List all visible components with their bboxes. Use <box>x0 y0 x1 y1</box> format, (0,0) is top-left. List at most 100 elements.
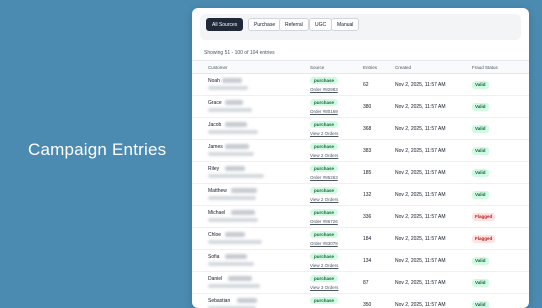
table-row: James purchase View 2 Orders 383 Nov 2, 2025… <box>192 140 529 162</box>
entries-count: 336 <box>363 214 372 220</box>
redacted-email <box>208 174 264 178</box>
redacted-surname <box>225 144 249 149</box>
fraud-status-badge: Valid <box>472 169 489 177</box>
fraud-status-badge: Valid <box>472 191 489 199</box>
source-badge: purchase <box>310 231 339 238</box>
entries-count-text: Showing 51 - 100 of 104 entries <box>204 50 275 56</box>
fraud-status-badge: Valid <box>472 125 489 133</box>
created-date: Nov 2, 2025, 11:57 AM <box>395 104 446 110</box>
redacted-surname <box>237 298 257 303</box>
table-row: Matthew purchase View 2 Orders 132 Nov 2, 20… <box>192 184 529 206</box>
source-badge: purchase <box>310 121 339 128</box>
fraud-status-badge: Valid <box>472 81 489 89</box>
filter-manual-button[interactable]: Manual <box>331 18 360 31</box>
source-badge: purchase <box>310 253 339 260</box>
source-badge: purchase <box>310 165 339 172</box>
redacted-email <box>208 218 258 222</box>
fraud-status-badge: Valid <box>472 257 489 265</box>
entries-count: 368 <box>363 126 372 132</box>
redacted-email <box>208 86 248 90</box>
customer-name[interactable]: Michael <box>208 210 225 216</box>
table-row: Chloe purchase Order #83078 184 Nov 2, 2025,… <box>192 228 529 250</box>
order-link[interactable]: View 2 Orders <box>310 263 338 268</box>
redacted-surname <box>225 100 243 105</box>
filter-ugc-button[interactable]: UGC <box>309 18 333 31</box>
source-filter-bar: All Sources Purchase Referral UGC Manual <box>200 14 521 40</box>
redacted-email <box>208 196 256 200</box>
header-entries: Entries <box>363 65 378 70</box>
created-date: Nov 2, 2025, 11:57 AM <box>395 126 446 132</box>
redacted-surname <box>225 166 245 171</box>
customer-name[interactable]: Sofia <box>208 254 219 260</box>
redacted-email <box>208 152 254 156</box>
created-date: Nov 2, 2025, 11:57 AM <box>395 280 446 286</box>
customer-name[interactable]: Sebastian <box>208 298 230 304</box>
header-fraud-status: Fraud Status <box>472 65 498 70</box>
customer-name[interactable]: Chloe <box>208 232 221 238</box>
order-link[interactable]: View 2 Orders <box>310 153 338 158</box>
hero-title: Campaign Entries <box>28 140 167 159</box>
table-row: Daniel purchase View 3 Orders 87 Nov 2, 2025… <box>192 272 529 294</box>
order-link[interactable]: Order #86726 <box>310 219 338 224</box>
redacted-surname <box>225 232 245 237</box>
entries-count: 134 <box>363 258 372 264</box>
entries-count: 132 <box>363 192 372 198</box>
order-link[interactable]: View 2 Orders <box>310 197 338 202</box>
fraud-status-badge: Valid <box>472 279 489 287</box>
redacted-email <box>208 108 252 112</box>
order-link[interactable]: Order #85263 <box>310 175 338 180</box>
created-date: Nov 2, 2025, 11:57 AM <box>395 302 446 308</box>
created-date: Nov 2, 2025, 11:57 AM <box>395 170 446 176</box>
order-link[interactable]: Order #82983 <box>310 87 338 92</box>
table-row: Jacob purchase View 2 Orders 368 Nov 2, 2025… <box>192 118 529 140</box>
table-row: Noah purchase Order #82983 62 Nov 2, 2025, 1… <box>192 74 529 96</box>
customer-name[interactable]: Matthew <box>208 188 227 194</box>
created-date: Nov 2, 2025, 11:57 AM <box>395 258 446 264</box>
customer-name[interactable]: Jacob <box>208 122 221 128</box>
entries-count: 87 <box>363 280 369 286</box>
source-badge: purchase <box>310 187 339 194</box>
source-badge: purchase <box>310 99 339 106</box>
customer-name[interactable]: Noah <box>208 78 220 84</box>
order-link[interactable]: View 3 Orders <box>310 285 338 290</box>
customer-name[interactable]: Daniel <box>208 276 222 282</box>
source-badge: purchase <box>310 275 339 282</box>
entries-count: 185 <box>363 170 372 176</box>
entries-count: 350 <box>363 302 372 308</box>
customer-name[interactable]: Grace <box>208 100 222 106</box>
created-date: Nov 2, 2025, 11:57 AM <box>395 236 446 242</box>
table-row: Sebastian purchase 350 Nov 2, 2025, 11:57 A… <box>192 294 529 308</box>
order-link[interactable]: Order #83078 <box>310 241 338 246</box>
table-header: Customer Source Entries Created Fraud St… <box>192 60 529 74</box>
fraud-status-badge: Flagged <box>472 213 496 221</box>
redacted-surname <box>231 188 257 193</box>
created-date: Nov 2, 2025, 11:57 AM <box>395 148 446 154</box>
order-link[interactable]: Order #80169 <box>310 109 338 114</box>
redacted-email <box>208 284 260 288</box>
created-date: Nov 2, 2025, 11:57 AM <box>395 214 446 220</box>
entries-count: 62 <box>363 82 369 88</box>
redacted-surname <box>231 210 255 215</box>
fraud-status-badge: Valid <box>472 103 489 111</box>
source-badge: purchase <box>310 77 339 84</box>
table-row: Riley purchase Order #85263 185 Nov 2, 2025,… <box>192 162 529 184</box>
filter-purchase-button[interactable]: Purchase <box>248 18 282 31</box>
created-date: Nov 2, 2025, 11:57 AM <box>395 82 446 88</box>
header-source: Source <box>310 65 325 70</box>
table-row: Sofia purchase View 2 Orders 134 Nov 2, 2025… <box>192 250 529 272</box>
entries-count: 184 <box>363 236 372 242</box>
entries-count: 380 <box>363 104 372 110</box>
source-badge: purchase <box>310 143 339 150</box>
redacted-surname <box>222 78 242 83</box>
order-link[interactable]: View 2 Orders <box>310 131 338 136</box>
customer-name[interactable]: James <box>208 144 223 150</box>
filter-referral-button[interactable]: Referral <box>279 18 309 31</box>
source-badge: purchase <box>310 297 339 304</box>
redacted-email <box>208 262 254 266</box>
redacted-surname <box>225 122 247 127</box>
entries-count: 383 <box>363 148 372 154</box>
header-customer: Customer <box>208 65 228 70</box>
redacted-surname <box>225 254 247 259</box>
customer-name[interactable]: Riley <box>208 166 219 172</box>
filter-all-sources-button[interactable]: All Sources <box>206 18 244 31</box>
